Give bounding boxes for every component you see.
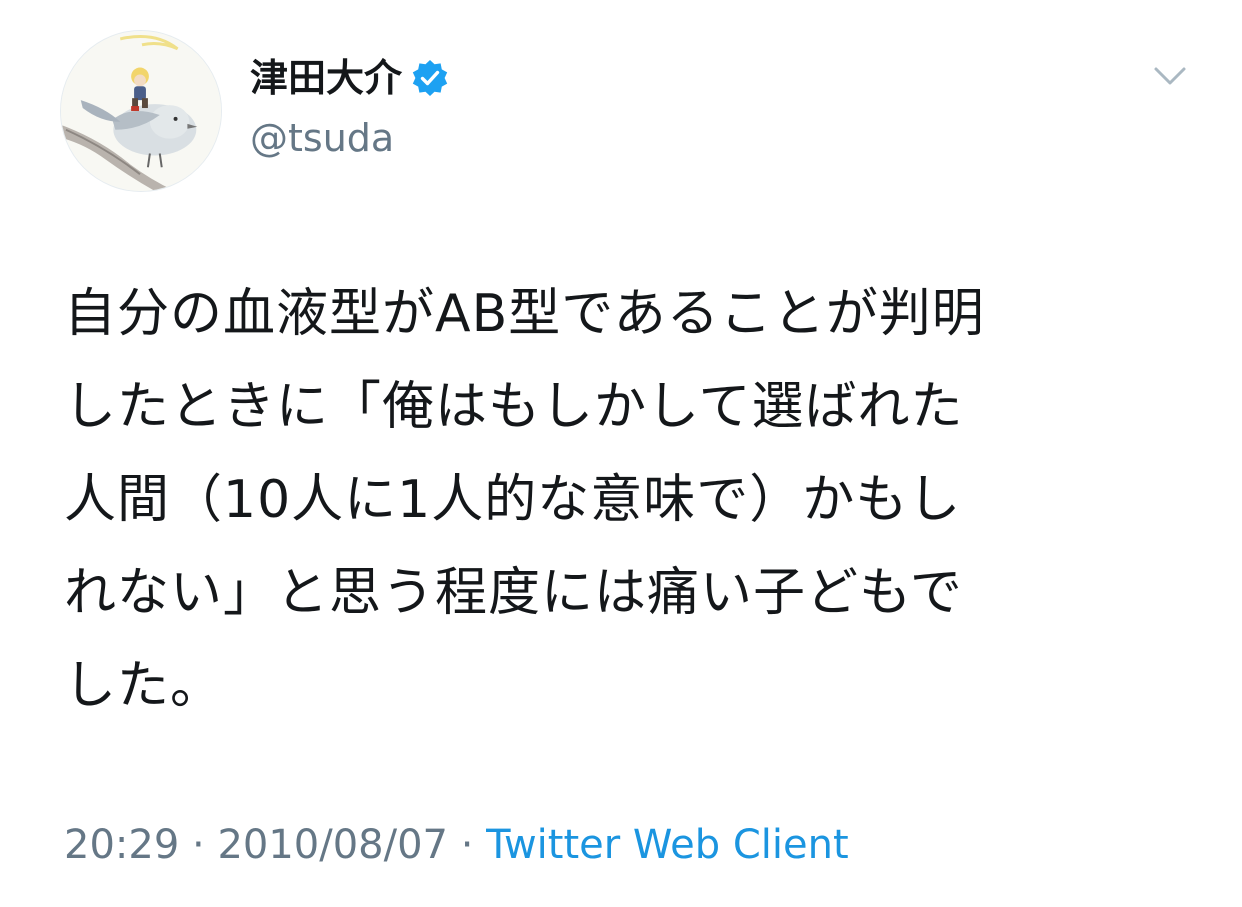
display-name[interactable]: 津田大介 xyxy=(250,52,402,104)
meta-separator: · xyxy=(460,822,474,868)
tweet-text-line: 人間（10人に1人的な意味で）かもし xyxy=(64,470,962,530)
avatar[interactable] xyxy=(60,30,222,192)
user-handle[interactable]: @tsuda xyxy=(250,112,394,164)
tweet-text: 自分の血液型がAB型であることが判明 したときに「俺はもしかして選ばれた 人間（… xyxy=(64,268,1184,733)
tweet-text-line: れない」と思う程度には痛い子どもで xyxy=(64,563,963,623)
tweet-text-line: 自分の血液型がAB型であることが判明 xyxy=(64,284,985,344)
tweet-metadata: 20:29 · 2010/08/07 · Twitter Web Client xyxy=(64,818,849,872)
meta-separator: · xyxy=(192,822,205,868)
tweet-date[interactable]: 2010/08/07 xyxy=(217,822,448,868)
tweet-source-link[interactable]: Twitter Web Client xyxy=(486,822,849,868)
verified-badge-icon xyxy=(410,58,450,98)
tweet-time[interactable]: 20:29 xyxy=(64,822,179,868)
bird-illustration-avatar-icon xyxy=(61,31,221,191)
chevron-down-icon[interactable] xyxy=(1150,60,1190,92)
display-name-row[interactable]: 津田大介 xyxy=(250,52,450,104)
tweet-text-line: したときに「俺はもしかして選ばれた xyxy=(64,377,964,437)
tweet-text-line: した。 xyxy=(64,656,224,716)
tweet-card: 津田大介 @tsuda 自分の血液型がAB型であることが判明 したときに「俺はも… xyxy=(0,0,1242,907)
